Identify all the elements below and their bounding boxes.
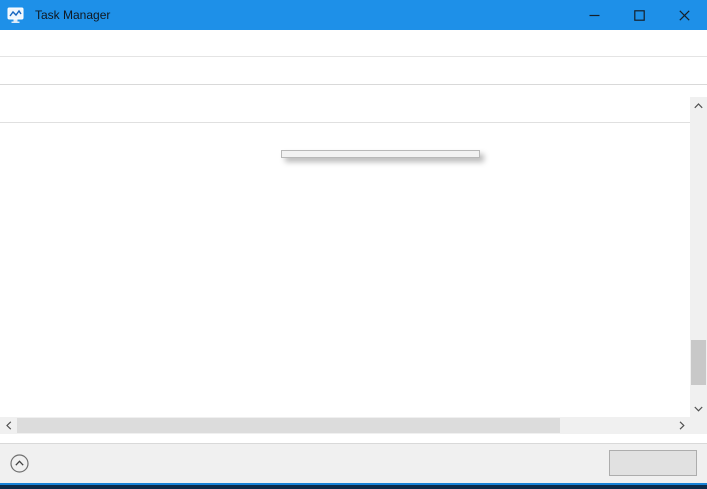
horizontal-scroll-thumb[interactable]	[17, 418, 560, 433]
scrollbar-corner	[690, 417, 707, 434]
window-title: Task Manager	[35, 8, 110, 22]
context-menu	[281, 150, 480, 158]
table-header	[0, 97, 690, 123]
maximize-button[interactable]	[617, 0, 662, 30]
fewer-details-toggle[interactable]	[10, 454, 37, 473]
column-separators	[0, 97, 690, 417]
scroll-up-icon[interactable]	[690, 97, 707, 114]
horizontal-scrollbar[interactable]	[0, 417, 690, 434]
caption-buttons	[572, 0, 707, 30]
minimize-button[interactable]	[572, 0, 617, 30]
task-manager-window: Task Manager	[0, 0, 707, 489]
close-button[interactable]	[662, 0, 707, 30]
titlebar[interactable]: Task Manager	[0, 0, 707, 30]
tab-strip	[0, 58, 707, 85]
desktop-strip	[0, 485, 707, 489]
scroll-right-icon[interactable]	[673, 417, 690, 434]
vertical-scroll-thumb[interactable]	[691, 340, 706, 385]
details-table	[0, 97, 707, 434]
scroll-down-icon[interactable]	[690, 400, 707, 417]
end-task-button[interactable]	[609, 450, 697, 476]
menubar	[0, 30, 707, 57]
footer-bar	[0, 443, 707, 483]
task-manager-icon	[7, 6, 27, 24]
chevron-up-circle-icon	[10, 454, 29, 473]
vertical-scrollbar[interactable]	[690, 97, 707, 417]
scroll-left-icon[interactable]	[0, 417, 17, 434]
